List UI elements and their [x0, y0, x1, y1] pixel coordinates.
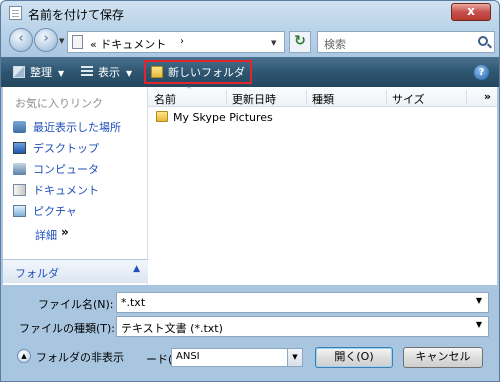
sidebar-item-label: 最近表示した場所	[33, 121, 121, 134]
pictures-icon	[13, 205, 26, 217]
folders-label: フォルダ	[15, 267, 59, 280]
more-columns-chevron-icon[interactable]: »	[484, 90, 491, 103]
forward-arrow-icon: ›	[43, 31, 49, 46]
save-as-dialog: 名前を付けて保存 x ‹ › ▼ « ドキュメント › ▼ ↻ 検索 整理 ▼ 表…	[0, 0, 500, 382]
chevron-down-icon[interactable]: ▼	[476, 296, 482, 305]
sidebar-item-desktop[interactable]: デスクトップ	[13, 140, 99, 156]
search-placeholder: 検索	[324, 38, 346, 51]
filetype-label: ファイルの種類(T):	[19, 322, 116, 335]
refresh-icon: ↻	[294, 33, 306, 49]
back-button[interactable]: ‹	[9, 28, 33, 52]
column-headers: 名前 ^ 更新日時 種類 サイズ »	[148, 86, 497, 107]
chevron-down-icon: ▼	[58, 69, 65, 78]
recent-pages-dropdown[interactable]: ▼	[59, 37, 64, 45]
organize-menu-button[interactable]: 整理 ▼	[13, 64, 64, 80]
window-title: 名前を付けて保存	[28, 8, 125, 22]
sidebar-item-label: ピクチャ	[33, 205, 77, 218]
sidebar-item-documents[interactable]: ドキュメント	[13, 182, 99, 198]
refresh-button[interactable]: ↻	[289, 31, 311, 53]
sidebar-item-pictures[interactable]: ピクチャ	[13, 203, 77, 219]
navigation-pane: お気に入りリンク 最近表示した場所 デスクトップ コンピュータ ドキュメント ピ…	[3, 87, 148, 285]
address-bar[interactable]: « ドキュメント ›	[67, 31, 285, 53]
views-label: 表示	[98, 66, 120, 79]
collapse-caret-icon: ▲	[133, 264, 140, 274]
breadcrumb-chevron-icon[interactable]: ›	[180, 36, 184, 47]
chevron-down-icon: ▼	[126, 69, 133, 78]
sidebar-item-label: ドキュメント	[33, 184, 99, 197]
encoding-select[interactable]: ANSI ▼	[171, 348, 303, 367]
column-divider[interactable]	[306, 90, 307, 104]
column-divider[interactable]	[226, 90, 227, 104]
folders-toggle-bar[interactable]: フォルダ ▲	[3, 259, 148, 283]
sidebar-item-label: コンピュータ	[33, 163, 99, 176]
encoding-value: ANSI	[176, 351, 200, 362]
documents-icon	[13, 184, 26, 196]
forward-button[interactable]: ›	[34, 28, 58, 52]
desktop-icon	[13, 142, 26, 154]
cancel-button[interactable]: キャンセル	[403, 347, 483, 368]
sidebar-item-recent-places[interactable]: 最近表示した場所	[13, 119, 121, 135]
address-path[interactable]: « ドキュメント	[90, 36, 166, 52]
computer-icon	[13, 163, 26, 175]
organize-label: 整理	[30, 66, 52, 79]
sidebar-item-computer[interactable]: コンピュータ	[13, 161, 99, 177]
filetype-value: テキスト文書 (*.txt)	[121, 322, 223, 335]
filetype-select[interactable]: テキスト文書 (*.txt) ▼	[116, 316, 489, 337]
column-divider[interactable]	[386, 90, 387, 104]
list-item[interactable]: My Skype Pictures	[156, 111, 273, 124]
file-list[interactable]: 名前 ^ 更新日時 種類 サイズ » My Skype Pictures	[148, 86, 497, 285]
column-header-modified[interactable]: 更新日時	[232, 91, 276, 107]
filename-field[interactable]: *.txt ▼	[116, 292, 489, 313]
sidebar-item-label: デスクトップ	[33, 142, 99, 155]
address-dropdown-button[interactable]: ▼	[271, 39, 276, 47]
sort-ascending-icon: ^	[186, 86, 192, 94]
file-name: My Skype Pictures	[173, 111, 273, 124]
help-icon[interactable]: ?	[474, 65, 489, 80]
views-menu-button[interactable]: 表示 ▼	[81, 64, 132, 80]
column-header-name[interactable]: 名前	[154, 91, 176, 107]
close-button[interactable]: x	[451, 3, 491, 21]
details-link[interactable]: 詳細	[35, 227, 57, 243]
favorite-links-header: お気に入りリンク	[15, 97, 103, 110]
folder-icon	[156, 111, 168, 122]
column-divider[interactable]	[466, 90, 467, 104]
views-icon	[81, 66, 93, 78]
column-header-type[interactable]: 種類	[312, 91, 334, 107]
filename-value[interactable]: *.txt	[121, 296, 145, 309]
open-button[interactable]: 開く(O)	[315, 347, 393, 368]
document-icon	[9, 6, 22, 20]
search-input[interactable]: 検索	[317, 31, 495, 53]
chevron-down-icon[interactable]: ▼	[476, 320, 482, 329]
filename-label: ファイル名(N):	[38, 298, 114, 311]
column-header-size[interactable]: サイズ	[392, 91, 425, 107]
chevron-down-icon[interactable]: ▼	[287, 349, 302, 366]
search-icon[interactable]	[478, 36, 488, 46]
back-arrow-icon: ‹	[18, 31, 24, 46]
expand-chevron-icon[interactable]: »	[61, 225, 69, 239]
collapse-up-icon[interactable]: ▲	[17, 349, 31, 363]
organize-icon	[13, 66, 25, 78]
highlight-frame	[144, 60, 252, 84]
documents-folder-icon	[72, 35, 83, 49]
hide-folders-button[interactable]: フォルダの非表示	[36, 349, 124, 365]
recent-places-icon	[13, 121, 26, 133]
title-bar: 名前を付けて保存 x	[1, 1, 499, 25]
